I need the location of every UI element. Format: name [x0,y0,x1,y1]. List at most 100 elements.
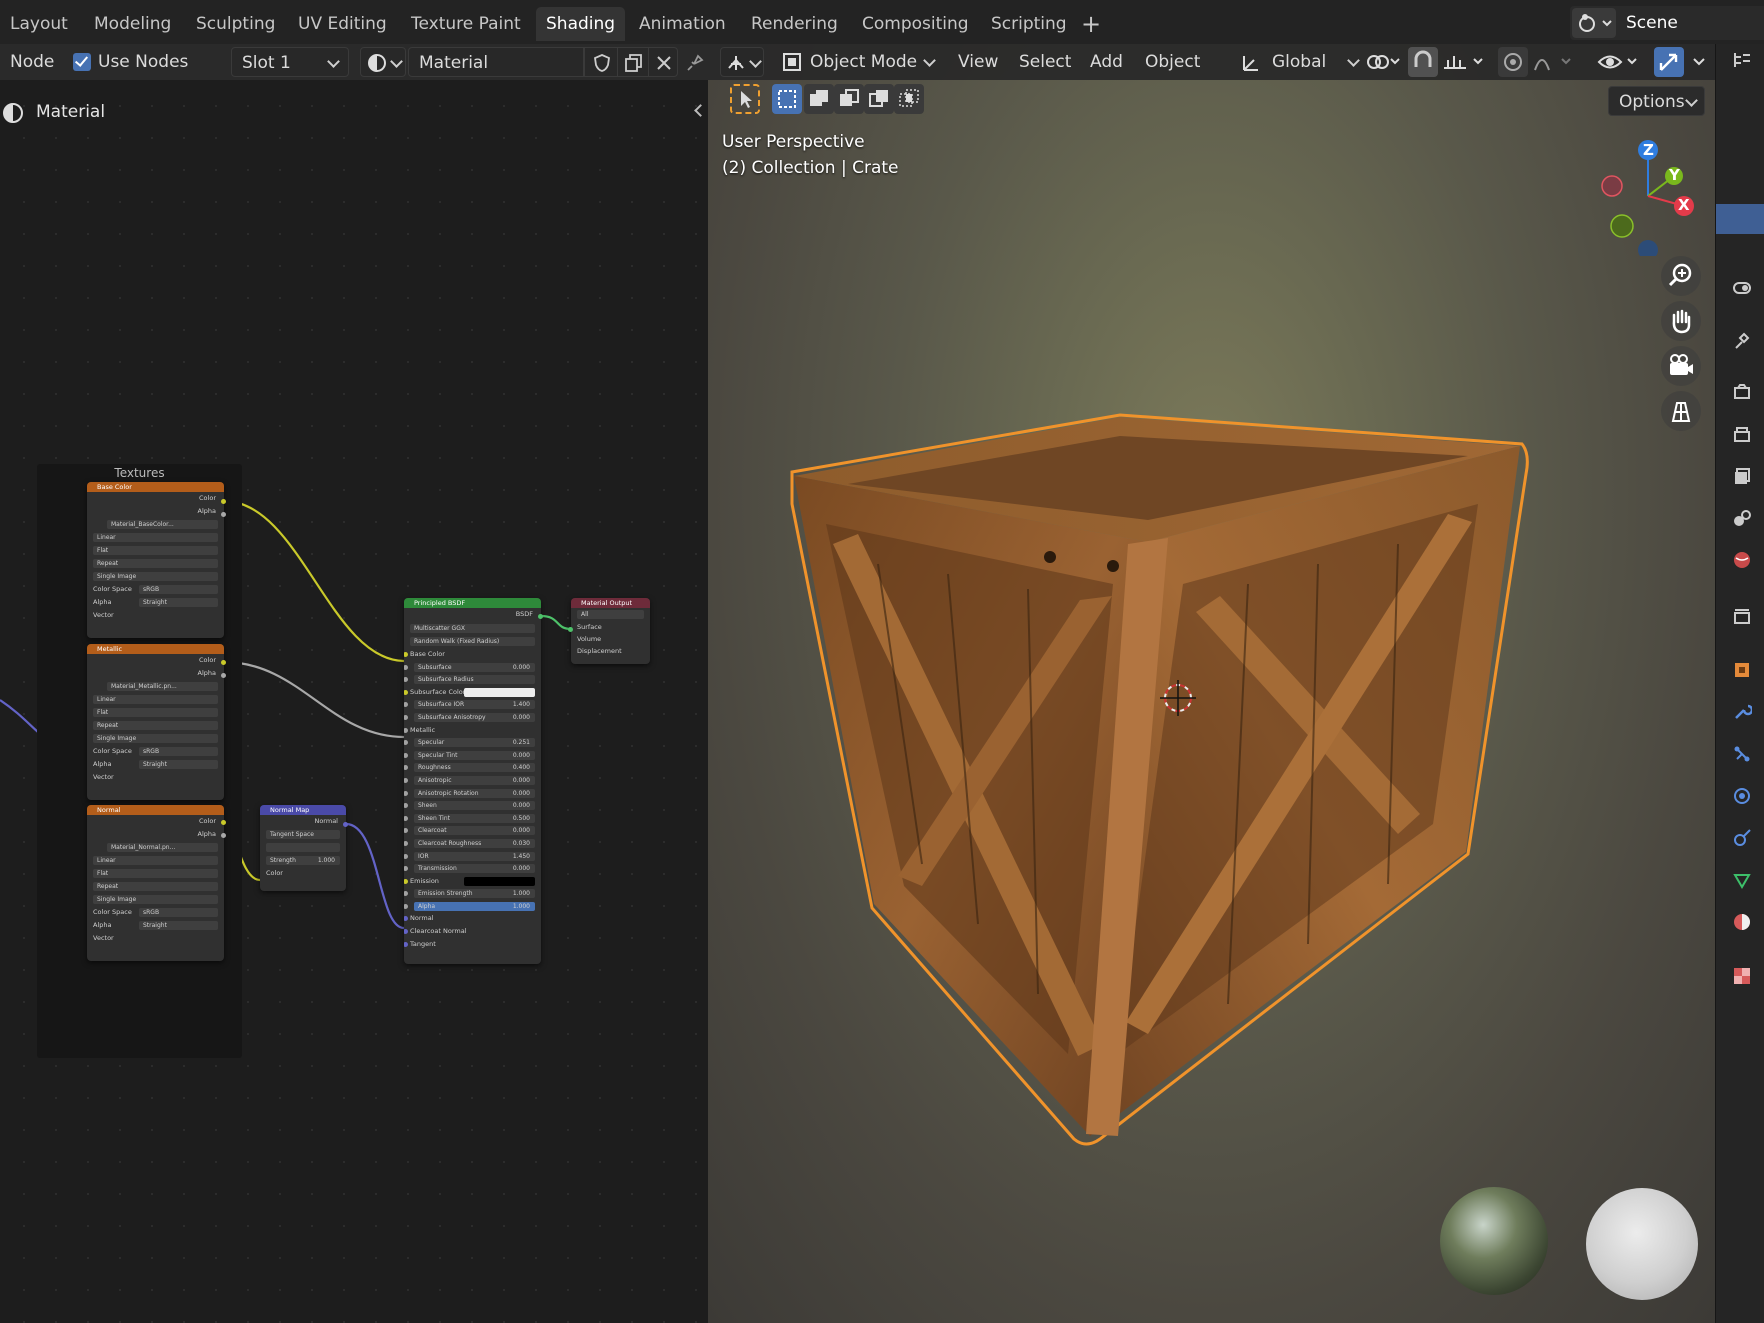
material-props-icon[interactable] [1732,912,1752,932]
bsdf-value-field[interactable]: Anisotropic Rotation 0.000 [414,788,535,798]
socket[interactable] [221,512,226,517]
strength-field[interactable]: Strength 1.000 [266,856,340,865]
socket[interactable] [404,664,408,670]
socket[interactable] [404,903,408,909]
outliner-icon[interactable] [1732,50,1752,70]
duplicate-material-button[interactable] [617,47,649,77]
select-box-new-button[interactable] [772,84,802,114]
bsdf-value-field[interactable]: Sheen 0.000 [414,801,535,811]
extension-dropdown[interactable]: Repeat [93,721,218,730]
socket[interactable] [404,752,408,758]
tab-animation[interactable]: Animation [629,7,736,41]
pivot-point-button[interactable] [1362,48,1402,76]
bsdf-value-field[interactable]: Subsurface 0.000 [414,662,535,672]
select-subtract-button[interactable] [834,84,864,114]
image-texture-node-metallic[interactable]: Metallic Color Alpha Material_Metallic.p… [87,644,224,800]
bsdf-value-field[interactable]: IOR 1.450 [414,851,535,861]
socket[interactable] [404,714,408,720]
socket[interactable] [404,815,408,821]
uv-map-field[interactable] [266,843,340,852]
use-nodes-checkbox[interactable] [73,53,91,71]
select-menu[interactable]: Select [1019,44,1071,80]
view-layer-icon[interactable] [1732,466,1752,486]
bsdf-value-field[interactable]: Subsurface Radius [414,675,535,685]
world-icon[interactable] [1732,550,1752,570]
mode-dropdown[interactable]: Object Mode [776,47,940,77]
alpha-mode-dropdown[interactable]: Straight [139,921,218,930]
color-space-dropdown[interactable]: sRGB [139,908,218,917]
collection-icon[interactable] [1732,606,1752,626]
tab-shading[interactable]: Shading [536,7,626,41]
extension-dropdown[interactable]: Repeat [93,559,218,568]
socket[interactable] [404,790,408,796]
tab-compositing[interactable]: Compositing [852,7,979,41]
bsdf-value-field[interactable]: Subsurface IOR 1.400 [414,700,535,710]
select-extend-button[interactable] [804,84,834,114]
socket[interactable] [404,828,408,834]
socket[interactable] [404,740,408,746]
tab-uv-editing[interactable]: UV Editing [288,7,397,41]
socket[interactable] [404,916,408,922]
projection-dropdown[interactable]: Flat [93,708,218,717]
socket[interactable] [538,614,543,619]
socket[interactable] [404,702,408,708]
color-swatch[interactable] [464,687,535,697]
socket[interactable] [404,866,408,872]
select-invert-button[interactable] [864,84,894,114]
interpolation-dropdown[interactable]: Linear [93,695,218,704]
extension-dropdown[interactable]: Repeat [93,882,218,891]
material-output-node[interactable]: Material Output All Surface Volume Displ… [571,598,650,664]
socket[interactable] [221,499,226,504]
snap-toggle[interactable] [1408,47,1438,77]
constraints-icon[interactable] [1732,828,1752,848]
slot-dropdown[interactable]: Slot 1 [231,47,349,77]
socket[interactable] [221,660,226,665]
bsdf-value-field[interactable]: Clearcoat Roughness 0.030 [414,838,535,848]
visibility-dropdown[interactable] [1596,48,1644,76]
bsdf-value-field[interactable]: Transmission 0.000 [414,864,535,874]
object-data-icon[interactable] [1732,870,1752,890]
scene-icon[interactable] [1572,8,1616,38]
tab-sculpting[interactable]: Sculpting [186,7,285,41]
texture-checker-icon[interactable] [1732,966,1752,986]
proportional-editing-toggle[interactable] [1498,47,1528,77]
image-selector[interactable]: Material_BaseColor... [107,520,218,529]
toggle-perspective-button[interactable] [1661,391,1701,431]
tab-texture-paint[interactable]: Texture Paint [401,7,531,41]
bsdf-value-field[interactable]: Emission Strength 1.000 [414,889,535,899]
pin-icon[interactable] [686,52,706,72]
bsdf-value-field[interactable]: Specular 0.251 [414,738,535,748]
socket[interactable] [404,765,408,771]
proportional-falloff-dropdown[interactable] [1532,48,1580,76]
snap-target-dropdown[interactable] [1440,48,1490,76]
object-props-icon[interactable] [1732,660,1752,680]
scene-props-icon[interactable] [1732,508,1752,528]
node-editor-canvas[interactable]: Material Textures Base Color Color Alpha… [0,80,708,1323]
target-dropdown[interactable]: All [577,610,644,619]
distribution-dropdown[interactable]: Multiscatter GGX [410,624,535,633]
object-menu[interactable]: Object [1145,44,1200,80]
projection-dropdown[interactable]: Flat [93,869,218,878]
color-swatch[interactable] [464,876,535,886]
options-dropdown[interactable]: Options [1608,86,1705,116]
space-dropdown[interactable]: Tangent Space [266,830,340,839]
physics-icon[interactable] [1732,786,1752,806]
normal-map-node[interactable]: Normal Map Normal Tangent Space Strength… [260,805,346,891]
bsdf-value-field[interactable]: Alpha 1.000 [414,901,535,911]
socket[interactable] [404,853,408,859]
tab-modeling[interactable]: Modeling [84,7,181,41]
socket[interactable] [221,673,226,678]
source-dropdown[interactable]: Single Image [93,895,218,904]
transform-orientation-dropdown[interactable]: Global [1232,47,1366,77]
color-space-dropdown[interactable]: sRGB [139,747,218,756]
add-menu[interactable]: Add [1090,44,1123,80]
bsdf-value-field[interactable]: Roughness 0.400 [414,763,535,773]
subsurface-method-dropdown[interactable]: Random Walk (Fixed Radius) [410,637,535,646]
modifier-wrench-icon[interactable] [1732,702,1752,722]
node-menu[interactable]: Node [10,44,54,80]
socket[interactable] [404,941,408,947]
principled-bsdf-node[interactable]: Principled BSDF BSDF Multiscatter GGX Ra… [404,598,541,964]
gizmo-options-dropdown[interactable] [1688,48,1712,76]
color-space-dropdown[interactable]: sRGB [139,585,218,594]
tab-scripting[interactable]: Scripting [981,7,1077,41]
